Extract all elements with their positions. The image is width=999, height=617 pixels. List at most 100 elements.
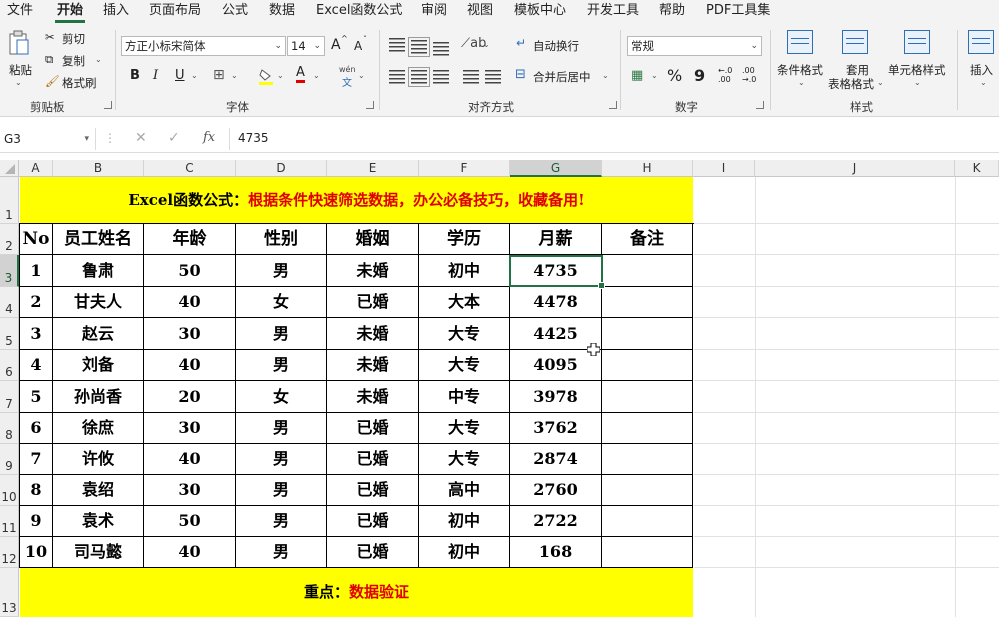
cell-gender[interactable]: 男 [236,537,327,568]
title-banner[interactable]: Excel函数公式：根据条件快速筛选数据，办公必备技巧，收藏备用! [20,177,693,224]
percent-button[interactable]: % [667,66,682,85]
cell-education[interactable]: 大专 [419,350,510,381]
align-bottom-icon[interactable] [433,42,449,56]
row-header[interactable]: 2 [0,224,19,255]
cell-salary[interactable]: 3978 [510,381,602,413]
cell-salary[interactable]: 4478 [510,287,602,318]
cell-age[interactable]: 50 [144,506,236,537]
cell-marital[interactable]: 未婚 [327,350,419,381]
alignment-launcher-icon[interactable] [609,101,617,109]
cell-remark[interactable] [602,475,693,506]
clipboard-launcher-icon[interactable] [104,101,112,109]
header-cell-education[interactable]: 学历 [419,224,510,255]
cell-marital[interactable]: 已婚 [327,506,419,537]
cell-remark[interactable] [602,381,693,413]
cancel-icon[interactable]: ✕ [135,130,147,146]
decrease-indent-icon[interactable] [463,70,479,84]
cell-remark[interactable] [602,444,693,475]
cell-no[interactable]: 9 [20,506,53,537]
fill-color-dropdown-icon[interactable]: ⌄ [277,71,284,80]
align-left-icon[interactable] [389,70,405,84]
cell-name[interactable]: 袁绍 [53,475,144,506]
align-middle-icon[interactable] [408,37,430,57]
wrap-text-button[interactable]: 自动换行 [533,38,579,54]
column-header[interactable]: K [955,160,999,177]
comma-button[interactable]: 9 [694,66,705,85]
cell-remark[interactable] [602,255,693,287]
cell-name[interactable]: 徐庶 [53,413,144,444]
paste-dropdown-icon[interactable]: ⌄ [15,78,22,87]
cell-education[interactable]: 大本 [419,287,510,318]
cell-no[interactable]: 6 [20,413,53,444]
tab-pdf-tools[interactable]: PDF工具集 [706,2,770,22]
tab-excel-formulas[interactable]: Excel函数公式 [316,2,402,22]
cell-salary[interactable]: 168 [510,537,602,568]
cell-marital[interactable]: 未婚 [327,381,419,413]
font-color-dropdown-icon[interactable]: ⌄ [313,71,320,80]
cell-name[interactable]: 鲁肃 [53,255,144,287]
cell-name[interactable]: 甘夫人 [53,287,144,318]
cell-age[interactable]: 30 [144,318,236,350]
cell-remark[interactable] [602,506,693,537]
row-header[interactable]: 7 [0,381,19,413]
number-format-combo[interactable]: 常规 ⌄ [627,36,762,56]
insert-cells-button[interactable]: 插入 [970,62,993,78]
paste-button[interactable]: 粘贴 [9,62,32,78]
cell-no[interactable]: 2 [20,287,53,318]
column-header[interactable]: D [236,160,327,177]
cell-remark[interactable] [602,318,693,350]
wrap-text-icon[interactable]: ↵ [516,36,526,50]
header-cell-salary[interactable]: 月薪 [510,224,602,255]
bold-button[interactable]: B [130,68,140,83]
cell-age[interactable]: 50 [144,255,236,287]
row-header[interactable]: 11 [0,506,19,537]
active-cell-selection[interactable] [509,255,605,289]
cell-marital[interactable]: 已婚 [327,537,419,568]
cell-remark[interactable] [602,287,693,318]
tab-formulas[interactable]: 公式 [222,2,248,22]
cell-education[interactable]: 大专 [419,318,510,350]
paste-icon[interactable] [8,30,30,56]
number-launcher-icon[interactable] [756,101,764,109]
format-painter-button[interactable]: 格式刷 [62,75,97,91]
column-header[interactable]: F [419,160,510,177]
row-header[interactable]: 6 [0,350,19,381]
row-header[interactable]: 9 [0,444,19,475]
column-header[interactable]: J [755,160,955,177]
cell-gender[interactable]: 男 [236,413,327,444]
cell-gender[interactable]: 男 [236,318,327,350]
copy-icon[interactable]: ⧉ [45,52,53,67]
cell-name[interactable]: 司马懿 [53,537,144,568]
cell-no[interactable]: 1 [20,255,53,287]
cell-gender[interactable]: 女 [236,381,327,413]
header-cell-name[interactable]: 员工姓名 [53,224,144,255]
merge-center-button[interactable]: 合并后居中 [533,69,591,85]
cell-education[interactable]: 初中 [419,537,510,568]
cell-age[interactable]: 20 [144,381,236,413]
column-header-selected[interactable]: G [510,160,602,177]
tab-review[interactable]: 审阅 [421,2,447,22]
cell-gender[interactable]: 男 [236,255,327,287]
cell-remark[interactable] [602,537,693,568]
merge-dropdown-icon[interactable]: ⌄ [602,71,609,80]
header-cell-gender[interactable]: 性别 [236,224,327,255]
cell-marital[interactable]: 已婚 [327,413,419,444]
row-header-selected[interactable]: 3 [0,255,19,287]
cell-name[interactable]: 赵云 [53,318,144,350]
format-painter-icon[interactable]: 🖌 [45,74,60,88]
tab-data[interactable]: 数据 [269,2,295,22]
cell-gender[interactable]: 男 [236,475,327,506]
cell-no[interactable]: 8 [20,475,53,506]
conditional-dropdown-icon[interactable]: ⌄ [798,78,805,87]
cell-age[interactable]: 30 [144,475,236,506]
border-icon[interactable]: ⊞ [213,67,225,83]
select-all-corner[interactable] [0,160,19,177]
column-header[interactable]: H [602,160,693,177]
cell-age[interactable]: 40 [144,350,236,381]
cell-marital[interactable]: 未婚 [327,318,419,350]
merge-center-icon[interactable]: ⊟ [515,67,526,82]
cell-no[interactable]: 4 [20,350,53,381]
cell-styles-dropdown-icon[interactable]: ⌄ [914,78,921,87]
table-format-dropdown-icon[interactable]: ⌄ [877,78,884,87]
tab-help[interactable]: 帮助 [659,2,685,22]
